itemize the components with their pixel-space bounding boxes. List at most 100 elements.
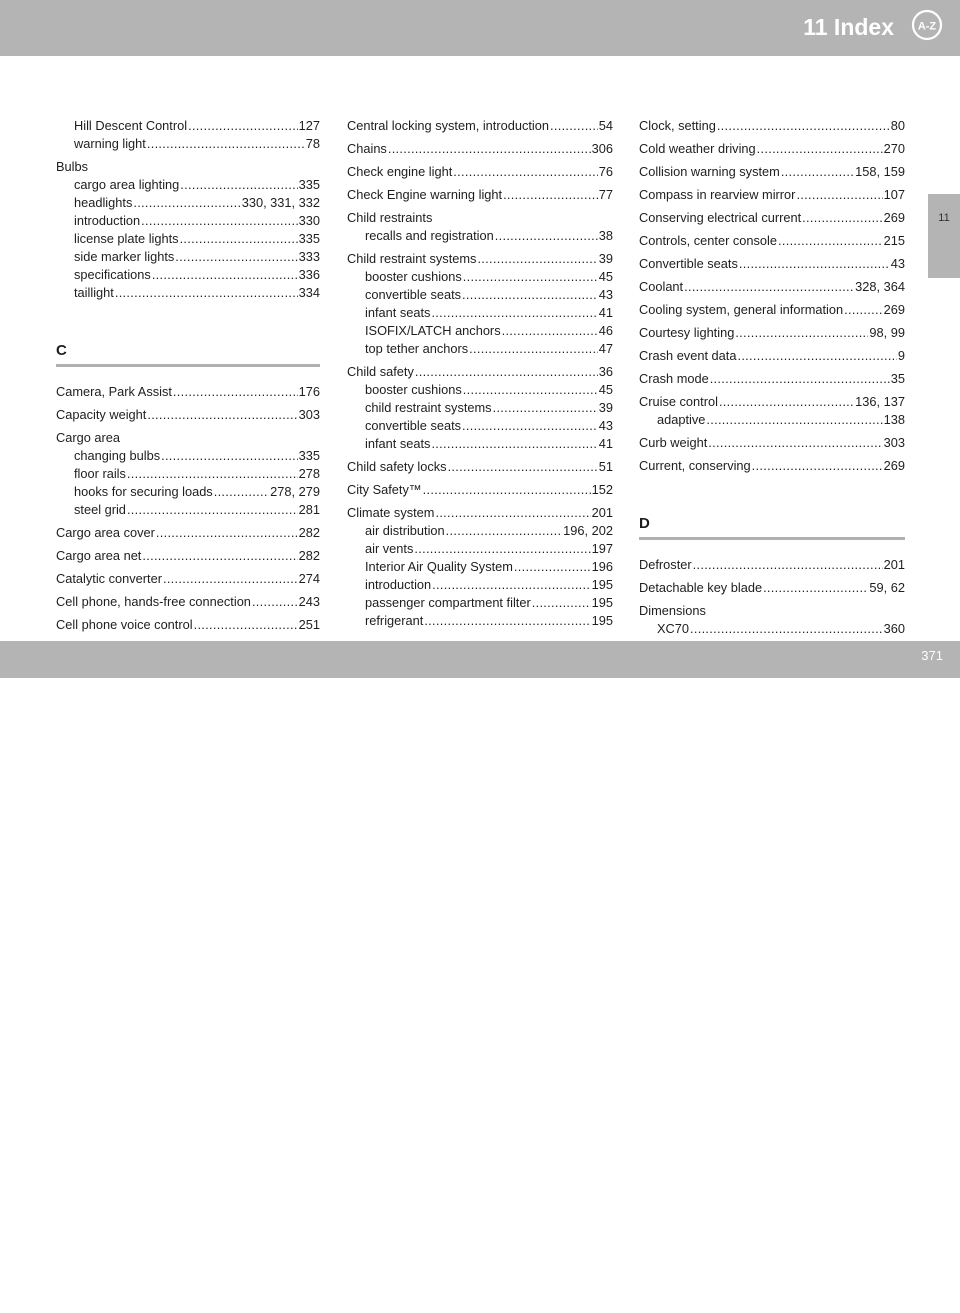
page-reference[interactable]: 335 xyxy=(299,230,320,248)
page-reference[interactable]: 35 xyxy=(891,370,905,388)
page-reference[interactable]: 303 xyxy=(884,434,905,452)
index-item[interactable]: Child restraint systems 39 xyxy=(347,250,613,268)
page-reference[interactable]: 77 xyxy=(599,186,613,204)
page-reference[interactable]: 138 xyxy=(884,411,905,429)
index-item[interactable]: Check Engine warning light 77 xyxy=(347,186,613,204)
index-item[interactable]: Climate system 201 xyxy=(347,504,613,522)
page-reference[interactable]: 330, 331, 332 xyxy=(242,194,320,212)
page-reference[interactable]: 281 xyxy=(299,501,320,519)
index-item[interactable]: Central locking system, introduction 54 xyxy=(347,117,613,135)
page-reference[interactable]: 360 xyxy=(884,620,905,638)
page-reference[interactable]: 43 xyxy=(891,255,905,273)
index-subentry[interactable]: side marker lights 333 xyxy=(56,248,320,266)
index-item[interactable]: Conserving electrical current 269 xyxy=(639,209,905,227)
index-subentry[interactable]: changing bulbs 335 xyxy=(56,447,320,465)
chapter-side-tab[interactable]: 11 xyxy=(928,194,960,278)
page-reference[interactable]: 270 xyxy=(884,140,905,158)
page-reference[interactable]: 282 xyxy=(299,524,320,542)
page-reference[interactable]: 215 xyxy=(884,232,905,250)
page-reference[interactable]: 336 xyxy=(299,266,320,284)
page-reference[interactable]: 269 xyxy=(884,209,905,227)
page-reference[interactable]: 196 xyxy=(592,558,613,576)
index-subentry[interactable]: specifications 336 xyxy=(56,266,320,284)
page-reference[interactable]: 328, 364 xyxy=(855,278,905,296)
page-reference[interactable]: 98, 99 xyxy=(869,324,905,342)
page-reference[interactable]: 334 xyxy=(299,284,320,302)
index-subentry[interactable]: Interior Air Quality System 196 xyxy=(347,558,613,576)
index-subentry[interactable]: adaptive 138 xyxy=(639,411,905,429)
index-subentry[interactable]: introduction 195 xyxy=(347,576,613,594)
index-subentry[interactable]: steel grid 281 xyxy=(56,501,320,519)
index-subentry[interactable]: XC70 360 xyxy=(639,620,905,638)
index-item[interactable]: Check engine light 76 xyxy=(347,163,613,181)
page-reference[interactable]: 41 xyxy=(599,435,613,453)
index-item[interactable]: Clock, setting 80 xyxy=(639,117,905,135)
page-reference[interactable]: 278, 279 xyxy=(270,483,320,501)
index-subentry[interactable]: infant seats 41 xyxy=(347,304,613,322)
index-subentry[interactable]: headlights 330, 331, 332 xyxy=(56,194,320,212)
index-subentry[interactable]: infant seats 41 xyxy=(347,435,613,453)
index-subentry[interactable]: booster cushions 45 xyxy=(347,268,613,286)
index-subentry[interactable]: license plate lights 335 xyxy=(56,230,320,248)
page-reference[interactable]: 176 xyxy=(299,383,320,401)
index-item[interactable]: Cold weather driving 270 xyxy=(639,140,905,158)
page-reference[interactable]: 39 xyxy=(599,399,613,417)
page-reference[interactable]: 282 xyxy=(299,547,320,565)
index-item[interactable]: Crash mode 35 xyxy=(639,370,905,388)
page-reference[interactable]: 330 xyxy=(299,212,320,230)
index-item[interactable]: Compass in rearview mirror 107 xyxy=(639,186,905,204)
page-reference[interactable]: 127 xyxy=(299,117,320,135)
index-subentry[interactable]: floor rails 278 xyxy=(56,465,320,483)
page-reference[interactable]: 36 xyxy=(599,363,613,381)
page-reference[interactable]: 43 xyxy=(599,417,613,435)
index-subentry[interactable]: hooks for securing loads 278, 279 xyxy=(56,483,320,501)
index-subentry[interactable]: convertible seats 43 xyxy=(347,286,613,304)
page-reference[interactable]: 107 xyxy=(884,186,905,204)
page-reference[interactable]: 278 xyxy=(299,465,320,483)
index-item[interactable]: Detachable key blade 59, 62 xyxy=(639,579,905,597)
page-reference[interactable]: 38 xyxy=(599,227,613,245)
index-subentry[interactable]: cargo area lighting 335 xyxy=(56,176,320,194)
page-reference[interactable]: 9 xyxy=(898,347,905,365)
page-reference[interactable]: 43 xyxy=(599,286,613,304)
page-reference[interactable]: 46 xyxy=(599,322,613,340)
index-item[interactable]: Capacity weight 303 xyxy=(56,406,320,424)
index-subentry[interactable]: Hill Descent Control 127 xyxy=(56,117,320,135)
index-subentry[interactable]: introduction 330 xyxy=(56,212,320,230)
index-subentry[interactable]: convertible seats 43 xyxy=(347,417,613,435)
index-item[interactable]: Cargo area net 282 xyxy=(56,547,320,565)
page-reference[interactable]: 335 xyxy=(299,447,320,465)
page-reference[interactable]: 269 xyxy=(884,457,905,475)
page-reference[interactable]: 197 xyxy=(592,540,613,558)
page-reference[interactable]: 195 xyxy=(592,612,613,630)
index-item[interactable]: Cell phone, hands-free connection 243 xyxy=(56,593,320,611)
page-reference[interactable]: 136, 137 xyxy=(855,393,905,411)
index-item[interactable]: Cruise control 136, 137 xyxy=(639,393,905,411)
index-item[interactable]: Courtesy lighting 98, 99 xyxy=(639,324,905,342)
index-item[interactable]: Cargo area cover 282 xyxy=(56,524,320,542)
page-reference[interactable]: 269 xyxy=(884,301,905,319)
index-subentry[interactable]: child restraint systems 39 xyxy=(347,399,613,417)
index-item[interactable]: Defroster 201 xyxy=(639,556,905,574)
page-reference[interactable]: 196, 202 xyxy=(563,522,613,540)
page-reference[interactable]: 243 xyxy=(299,593,320,611)
page-reference[interactable]: 158, 159 xyxy=(855,163,905,181)
index-subentry[interactable]: refrigerant 195 xyxy=(347,612,613,630)
index-item[interactable]: Cooling system, general information 269 xyxy=(639,301,905,319)
page-reference[interactable]: 306 xyxy=(592,140,613,158)
index-item[interactable]: Coolant 328, 364 xyxy=(639,278,905,296)
page-reference[interactable]: 201 xyxy=(884,556,905,574)
index-subentry[interactable]: ISOFIX/LATCH anchors 46 xyxy=(347,322,613,340)
index-subentry[interactable]: warning light 78 xyxy=(56,135,320,153)
index-subentry[interactable]: passenger compartment filter 195 xyxy=(347,594,613,612)
page-reference[interactable]: 274 xyxy=(299,570,320,588)
page-reference[interactable]: 201 xyxy=(592,504,613,522)
index-subentry[interactable]: booster cushions 45 xyxy=(347,381,613,399)
page-reference[interactable]: 76 xyxy=(599,163,613,181)
index-item[interactable]: Collision warning system 158, 159 xyxy=(639,163,905,181)
index-item[interactable]: Catalytic converter 274 xyxy=(56,570,320,588)
page-reference[interactable]: 45 xyxy=(599,381,613,399)
page-reference[interactable]: 45 xyxy=(599,268,613,286)
index-item[interactable]: Curb weight 303 xyxy=(639,434,905,452)
index-item[interactable]: Camera, Park Assist 176 xyxy=(56,383,320,401)
